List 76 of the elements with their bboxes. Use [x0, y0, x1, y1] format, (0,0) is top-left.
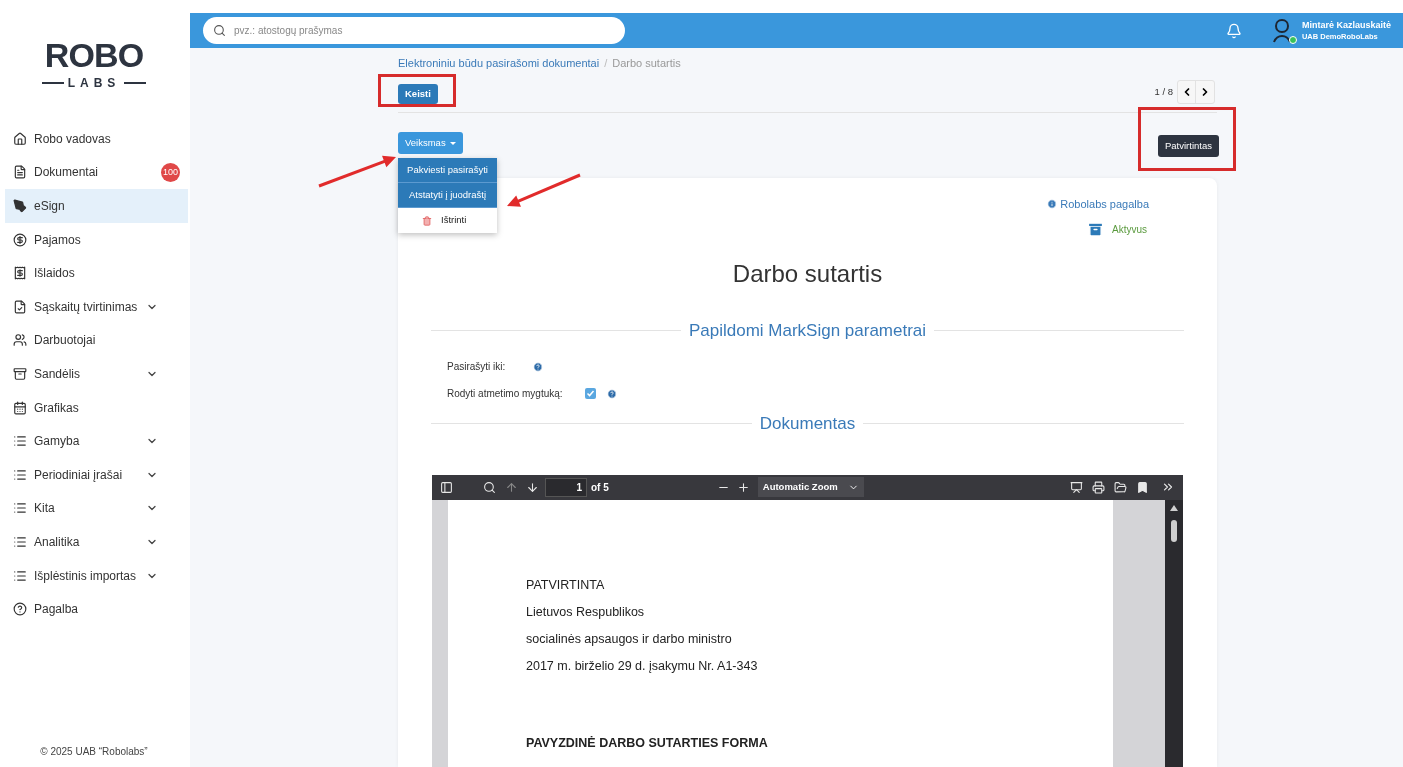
bookmark-icon[interactable] [1136, 480, 1149, 494]
sidebar-toggle-icon[interactable] [440, 480, 453, 494]
menu-item[interactable]: Atstatyti į juodraštį [398, 183, 497, 208]
page-count: of 5 [591, 480, 609, 495]
list-icon [13, 434, 27, 449]
help-icon[interactable] [533, 361, 544, 372]
sidebar-item[interactable]: Analitika [5, 525, 188, 559]
document-heading: PAVYZDINĖ DARBO SUTARTIES FORMA [526, 735, 769, 751]
notification-icon[interactable] [1225, 22, 1242, 39]
list-icon [13, 568, 27, 583]
more-tools-icon[interactable] [1161, 480, 1175, 494]
document-text: Lietuvos Respublikos [526, 604, 646, 620]
checkbox[interactable] [584, 388, 596, 399]
scrollbar [1169, 503, 1179, 542]
sidebar-item[interactable]: eSign [5, 189, 188, 223]
edit-button[interactable]: Keisti [398, 84, 438, 105]
users-icon [13, 333, 27, 348]
list-icon [13, 501, 27, 516]
section-heading: Papildomi MarkSign parametrai [688, 319, 927, 342]
document-text: PATVIRTINTA [526, 577, 606, 593]
trash-icon [422, 215, 432, 226]
section-heading: Dokumentas [759, 413, 856, 435]
arrow-up-icon[interactable] [505, 480, 518, 494]
home-icon [13, 131, 27, 146]
archive-icon [1087, 220, 1104, 238]
sidebar-item[interactable]: Išplėstinis importas [5, 558, 188, 593]
zoom-select[interactable]: Automatic Zoom [757, 477, 864, 497]
help-icon [13, 602, 27, 617]
document-text: 2017 m. birželio 29 d. įsakymu Nr. A1-343 [526, 658, 759, 674]
help-icon[interactable] [606, 388, 617, 399]
arrow-down-icon[interactable] [526, 480, 539, 494]
status-button[interactable]: Patvirtintas [1158, 135, 1219, 158]
print-icon[interactable] [1092, 480, 1105, 494]
breadcrumb-current: Darbo sutartis [612, 56, 681, 72]
sidebar-item[interactable]: Gamyba [5, 424, 188, 458]
sidebar-item[interactable]: Sąskaitų tvirtinimas [5, 289, 188, 324]
field-label: Rodyti atmetimo mygtuką: [447, 387, 563, 401]
file-check-icon [13, 299, 27, 314]
menu-item[interactable]: Pakviesti pasirašyti [398, 158, 497, 183]
sidebar-item[interactable]: Sandėlis [5, 357, 188, 391]
sidebar-item[interactable]: Pagalba [5, 592, 188, 626]
list-icon [13, 534, 27, 549]
copyright-text: © 2025 UAB “Robolabs” [39, 745, 149, 759]
document-icon [13, 165, 27, 180]
help-link[interactable]: Robolabs pagalba [1047, 196, 1149, 213]
search-field[interactable]: pvz.: atostogų prašymas [203, 17, 625, 44]
sidebar-item[interactable]: Periodiniai įrašai [5, 457, 188, 492]
user-name: Mintarė Kazlauskaitė [1301, 19, 1391, 31]
status-text: Aktyvus [1112, 222, 1147, 237]
document-text: socialinės apsaugos ir darbo ministro [526, 631, 733, 647]
search-icon[interactable] [483, 480, 496, 494]
archive-icon [13, 366, 27, 381]
sidebar-item[interactable]: Dokumentai 100 [5, 155, 188, 190]
pager-text: 1 / 8 [1154, 84, 1173, 99]
list-icon [13, 467, 27, 482]
receipt-icon [13, 266, 27, 281]
sidebar-item[interactable]: Darbuotojai [5, 323, 188, 358]
logo: ROBO LABS [0, 0, 188, 122]
field-label: Pasirašyti iki: [447, 360, 506, 374]
zoom-in-icon[interactable] [736, 480, 750, 494]
sidebar-item[interactable]: Pajamos [5, 222, 188, 257]
breadcrumb-separator: / [604, 56, 608, 72]
coin-icon [13, 232, 27, 247]
sidebar-item[interactable]: Robo vadovas [5, 122, 188, 156]
presentation-icon[interactable] [1070, 480, 1083, 494]
page-title: Darbo sutartis [731, 258, 884, 289]
count-badge: 100 [161, 162, 180, 182]
sidebar-item[interactable]: Grafikas [5, 390, 188, 425]
calendar-icon [13, 400, 27, 415]
page-number-field[interactable]: 1 [545, 477, 587, 497]
sidebar-item[interactable]: Kita [5, 491, 188, 526]
folder-icon[interactable] [1114, 480, 1127, 494]
sidebar-item[interactable]: Išlaidos [5, 256, 188, 290]
breadcrumb-link[interactable]: Elektroniniu būdu pasirašomi dokumentai [398, 55, 600, 72]
info-icon [1047, 199, 1058, 210]
search-icon [213, 24, 226, 37]
